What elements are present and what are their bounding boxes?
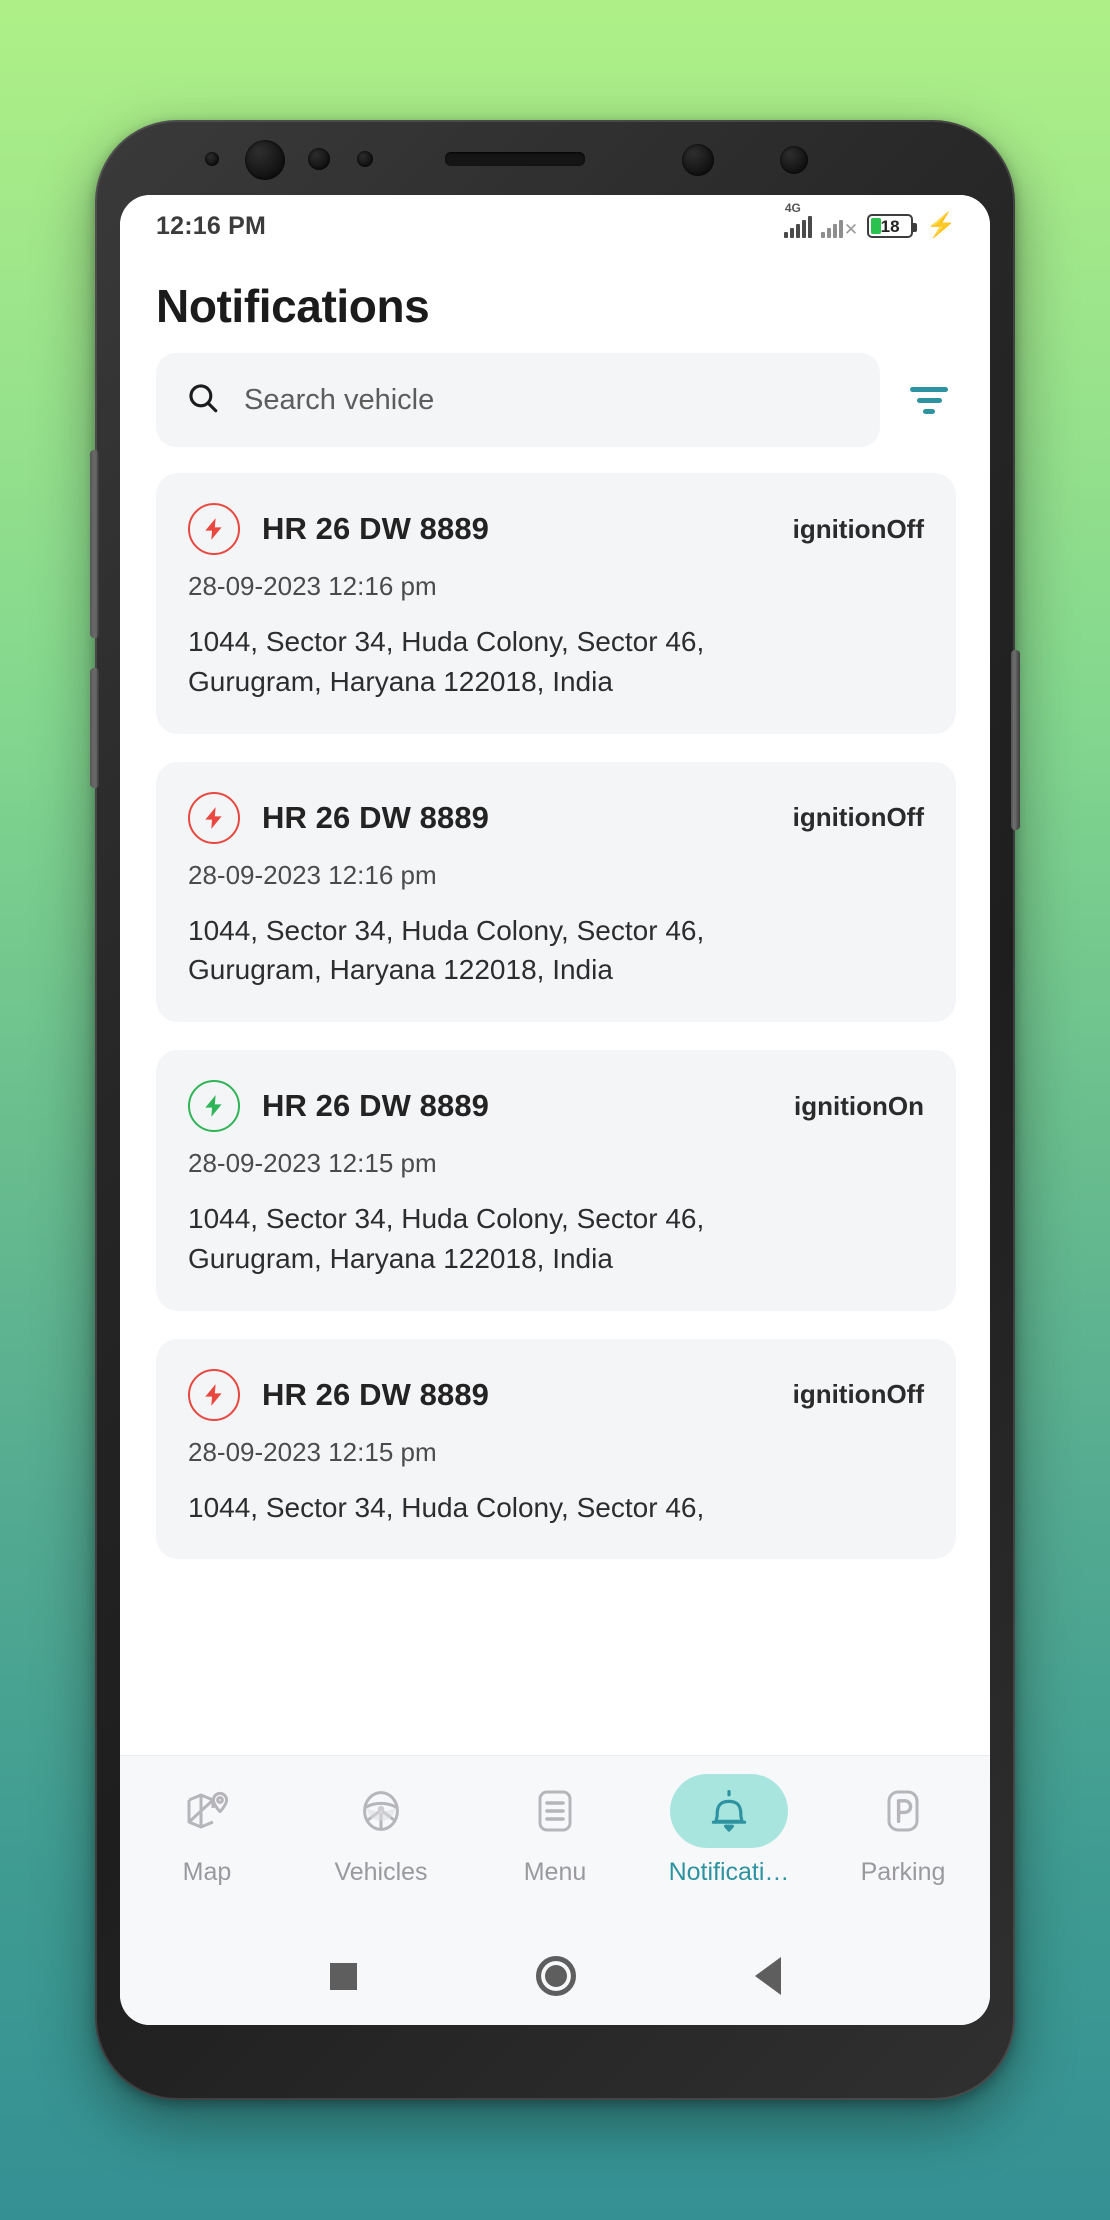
earpiece-speaker — [445, 152, 585, 166]
status-time: 12:16 PM — [156, 211, 266, 240]
android-system-nav — [120, 1927, 990, 2025]
search-icon — [186, 381, 220, 420]
bell-icon — [670, 1774, 788, 1848]
notification-address: 1044, Sector 34, Huda Colony, Sector 46, — [188, 1491, 705, 1523]
steering-wheel-icon — [322, 1774, 440, 1848]
ambient-sensor-icon — [308, 148, 330, 170]
power-button[interactable] — [1011, 650, 1020, 830]
network-type-label: 4G — [784, 201, 801, 215]
notification-timestamp: 28-09-2023 12:15 pm — [188, 1148, 437, 1178]
notification-timestamp: 28-09-2023 12:15 pm — [188, 1436, 437, 1467]
notification-card[interactable]: HR 26 DW 8889 ignitionOff 28-09-2023 12:… — [156, 1338, 956, 1560]
nav-label: Notificati… — [668, 1858, 790, 1886]
ignition-status-label: ignitionOn — [794, 1090, 924, 1121]
phone-frame: 12:16 PM 4G ✕ 18 ⚡ Notifications Search … — [90, 120, 1020, 2100]
signal-strength-2-icon: ✕ — [820, 216, 859, 239]
notification-header: HR 26 DW 8889 ignitionOff — [188, 791, 924, 844]
nav-label: Menu — [523, 1858, 587, 1886]
list-menu-icon — [496, 1774, 614, 1848]
phone-screen: 12:16 PM 4G ✕ 18 ⚡ Notifications Search … — [120, 195, 990, 2025]
notification-card[interactable]: HR 26 DW 8889 ignitionOff 28-09-2023 12:… — [156, 761, 956, 1022]
page-title: Notifications — [156, 280, 430, 332]
iris-sensor-icon — [780, 146, 808, 174]
nav-label: Map — [182, 1858, 232, 1886]
notification-header: HR 26 DW 8889 ignitionOn — [188, 1080, 924, 1132]
nav-item-parking[interactable]: Parking — [823, 1774, 983, 1887]
status-bar: 12:16 PM 4G ✕ 18 ⚡ — [120, 195, 990, 257]
ignition-off-icon — [188, 503, 240, 555]
no-signal-x-icon: ✕ — [843, 220, 859, 239]
search-input[interactable]: Search vehicle — [156, 353, 880, 447]
notification-header: HR 26 DW 8889 ignitionOff — [188, 1368, 924, 1421]
vehicle-plate: HR 26 DW 8889 — [262, 511, 490, 546]
triangle-back-icon[interactable] — [754, 1957, 781, 1995]
notification-address: 1044, Sector 34, Huda Colony, Sector 46,… — [188, 914, 705, 986]
vehicle-plate: HR 26 DW 8889 — [262, 1376, 490, 1412]
notification-timestamp: 28-09-2023 12:16 pm — [188, 859, 437, 890]
vehicle-plate: HR 26 DW 8889 — [262, 1088, 490, 1123]
proximity-sensor-icon — [205, 152, 219, 166]
ignition-off-icon — [188, 1368, 240, 1421]
notification-timestamp: 28-09-2023 12:16 pm — [188, 571, 437, 601]
battery-icon: 18 — [867, 214, 918, 238]
ignition-on-icon — [188, 1080, 240, 1132]
volume-down-button[interactable] — [90, 668, 99, 788]
face-sensor-icon — [682, 144, 714, 176]
square-icon[interactable] — [329, 1962, 357, 1990]
nav-label: Vehicles — [334, 1858, 428, 1886]
map-route-icon — [148, 1774, 266, 1848]
vehicle-plate: HR 26 DW 8889 — [262, 799, 490, 835]
ignition-status-label: ignitionOff — [792, 513, 924, 544]
front-camera-icon — [245, 140, 285, 180]
filter-icon[interactable] — [902, 373, 956, 427]
ignition-status-label: ignitionOff — [792, 1379, 924, 1409]
ignition-status-label: ignitionOff — [792, 802, 924, 832]
ir-sensor-icon — [357, 151, 373, 167]
nav-item-map[interactable]: Map — [127, 1774, 287, 1887]
status-indicators: 4G ✕ 18 ⚡ — [783, 201, 956, 239]
notification-list[interactable]: HR 26 DW 8889 ignitionOff 28-09-2023 12:… — [120, 473, 990, 1755]
nav-label: Parking — [860, 1858, 946, 1886]
nav-item-vehicles[interactable]: Vehicles — [301, 1774, 461, 1887]
ignition-off-icon — [188, 791, 240, 844]
nav-item-menu[interactable]: Menu — [475, 1774, 635, 1887]
nav-item-notifications[interactable]: Notificati… — [649, 1774, 809, 1887]
parking-p-icon — [844, 1774, 962, 1848]
signal-strength-1-icon: 4G — [783, 201, 812, 238]
notification-header: HR 26 DW 8889 ignitionOff — [188, 503, 924, 555]
battery-level-label: 18 — [880, 216, 900, 236]
search-placeholder: Search vehicle — [244, 383, 435, 416]
volume-up-button[interactable] — [90, 450, 99, 638]
notification-card[interactable]: HR 26 DW 8889 ignitionOn 28-09-2023 12:1… — [156, 1050, 956, 1311]
circle-icon[interactable] — [535, 1956, 576, 1996]
bottom-navigation: Map Vehicles Menu Notificati… Parking — [120, 1755, 990, 1927]
notification-card[interactable]: HR 26 DW 8889 ignitionOff 28-09-2023 12:… — [156, 473, 956, 734]
notification-address: 1044, Sector 34, Huda Colony, Sector 46,… — [188, 1203, 705, 1274]
search-row: Search vehicle — [120, 353, 990, 447]
charging-bolt-icon: ⚡ — [926, 212, 956, 239]
notification-address: 1044, Sector 34, Huda Colony, Sector 46,… — [188, 626, 705, 697]
